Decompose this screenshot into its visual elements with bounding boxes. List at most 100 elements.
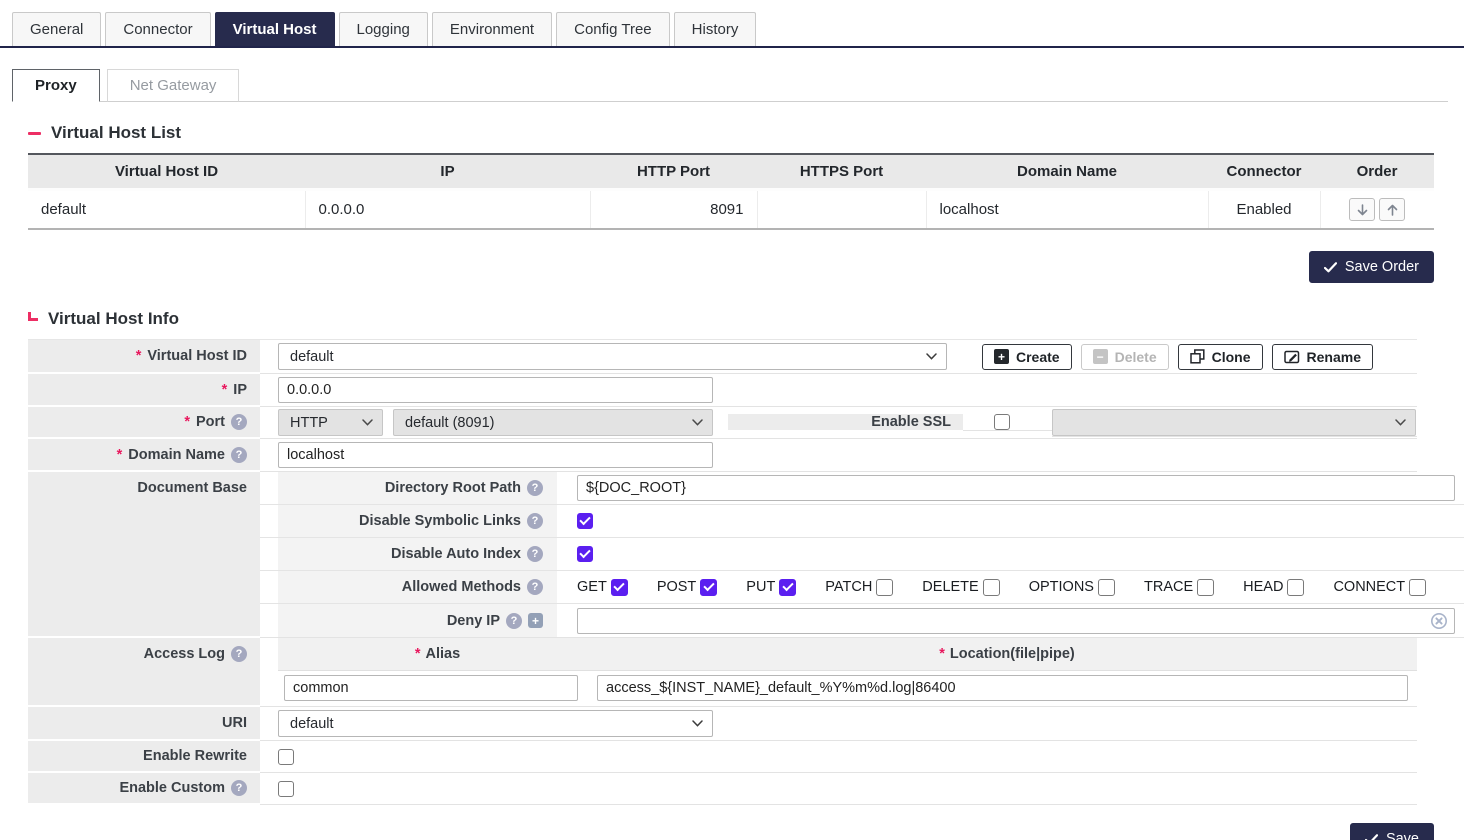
virtual-host-list-table: Virtual Host ID IP HTTP Port HTTPS Port … (28, 153, 1434, 230)
field-label: * Port ? (28, 407, 260, 439)
cell-connector-status: Enabled (1208, 190, 1320, 230)
help-icon[interactable]: ? (231, 447, 247, 463)
help-icon[interactable]: ? (506, 613, 522, 629)
delete-label: Delete (1115, 349, 1157, 365)
subtab-net-gateway[interactable]: Net Gateway (107, 69, 240, 102)
access-log-location-input[interactable] (597, 675, 1408, 701)
tab-config-tree[interactable]: Config Tree (556, 12, 670, 46)
disable-symbolic-links-checkbox[interactable] (577, 513, 593, 529)
port-label: Port (196, 414, 225, 430)
disable-auto-index-checkbox[interactable] (577, 546, 593, 562)
field-label: Enable Custom ? (28, 773, 260, 805)
create-button[interactable]: + Create (982, 344, 1072, 370)
row-uri: URI default (28, 707, 1417, 741)
rename-label: Rename (1307, 349, 1361, 365)
help-icon[interactable]: ? (527, 546, 543, 562)
row-disable-symbolic-links: Disable Symbolic Links ? (260, 505, 1464, 538)
subtab-proxy[interactable]: Proxy (12, 69, 100, 102)
virtual-host-info-form: * Virtual Host ID default + Create − Del… (28, 339, 1417, 805)
help-icon[interactable]: ? (527, 579, 543, 595)
clear-deny-ip-icon[interactable] (1430, 612, 1448, 630)
row-document-base: Document Base Directory Root Path ? Disa… (28, 472, 1417, 638)
rename-button[interactable]: Rename (1272, 344, 1373, 370)
help-icon[interactable]: ? (527, 480, 543, 496)
method-label: DELETE (922, 579, 978, 595)
selected-value: default (8091) (405, 415, 494, 431)
virtual-host-id-select[interactable]: default (278, 343, 947, 370)
method-patch-checkbox[interactable] (876, 579, 893, 596)
save-button[interactable]: Save (1350, 823, 1434, 840)
check-icon (1324, 262, 1337, 273)
table-header-row: Virtual Host ID IP HTTP Port HTTPS Port … (28, 154, 1434, 190)
access-log-alias-input[interactable] (284, 675, 578, 701)
enable-custom-checkbox[interactable] (278, 781, 294, 797)
port-value-select: default (8091) (393, 409, 713, 436)
row-domain-name: * Domain Name ? (28, 439, 1417, 472)
method-get-checkbox[interactable] (611, 579, 628, 596)
help-icon[interactable]: ? (231, 646, 247, 662)
enable-rewrite-checkbox[interactable] (278, 749, 294, 765)
help-icon[interactable]: ? (231, 414, 247, 430)
chevron-down-icon (926, 353, 937, 360)
disable-symbolic-links-label: Disable Symbolic Links (359, 513, 521, 529)
uri-select[interactable]: default (278, 710, 713, 737)
enable-ssl-label: Enable SSL (728, 414, 963, 432)
move-down-button[interactable] (1349, 198, 1375, 221)
create-label: Create (1016, 349, 1060, 365)
tab-history[interactable]: History (674, 12, 757, 46)
access-log-label: Access Log (144, 646, 225, 662)
required-marker: * (222, 382, 228, 398)
column-header-http-port: HTTP Port (590, 154, 757, 190)
method-label: TRACE (1144, 579, 1193, 595)
row-enable-rewrite: Enable Rewrite (28, 741, 1417, 773)
deny-ip-input[interactable] (577, 608, 1455, 634)
method-trace: TRACE (1144, 579, 1214, 596)
method-trace-checkbox[interactable] (1197, 579, 1214, 596)
selected-value: default (290, 349, 334, 365)
required-marker: * (415, 646, 421, 662)
method-options-checkbox[interactable] (1098, 579, 1115, 596)
help-icon[interactable]: ? (231, 780, 247, 796)
field-label: Allowed Methods ? (278, 571, 557, 603)
enable-ssl-checkbox[interactable] (994, 414, 1010, 430)
plus-square-icon: + (994, 349, 1009, 364)
method-post-checkbox[interactable] (700, 579, 717, 596)
clone-icon (1190, 349, 1205, 364)
add-deny-ip-icon[interactable]: + (528, 613, 543, 628)
method-head: HEAD (1243, 579, 1304, 596)
minus-square-icon: − (1093, 349, 1108, 364)
row-port: * Port ? HTTP default (8091) Enable SSL (28, 407, 1417, 439)
section-title: Virtual Host Info (48, 309, 179, 329)
virtual-host-list-heading: Virtual Host List (28, 123, 1434, 143)
tab-connector[interactable]: Connector (105, 12, 210, 46)
method-head-checkbox[interactable] (1287, 579, 1304, 596)
move-up-button[interactable] (1379, 198, 1405, 221)
tab-logging[interactable]: Logging (339, 12, 428, 46)
method-put-checkbox[interactable] (779, 579, 796, 596)
tab-environment[interactable]: Environment (432, 12, 552, 46)
column-header-connector: Connector (1208, 154, 1320, 190)
port-protocol-select: HTTP (278, 409, 383, 436)
method-label: PUT (746, 579, 775, 595)
selected-value: HTTP (290, 415, 328, 431)
cell-https-port (757, 190, 926, 230)
save-label: Save (1386, 831, 1419, 840)
ip-input[interactable] (278, 377, 713, 403)
save-order-button[interactable]: Save Order (1309, 251, 1434, 283)
collapse-dash-icon (28, 132, 41, 135)
directory-root-path-input[interactable] (577, 475, 1455, 501)
row-directory-root-path: Directory Root Path ? (260, 472, 1464, 505)
method-delete-checkbox[interactable] (983, 579, 1000, 596)
clone-label: Clone (1212, 349, 1251, 365)
help-icon[interactable]: ? (527, 513, 543, 529)
domain-name-input[interactable] (278, 442, 713, 468)
virtual-host-info-heading: Virtual Host Info (28, 309, 1434, 329)
tab-general[interactable]: General (12, 12, 101, 46)
method-connect-checkbox[interactable] (1409, 579, 1426, 596)
clone-button[interactable]: Clone (1178, 344, 1263, 370)
method-label: HEAD (1243, 579, 1283, 595)
allowed-methods-label: Allowed Methods (402, 579, 521, 595)
tab-virtual-host[interactable]: Virtual Host (215, 12, 335, 46)
section-title: Virtual Host List (51, 123, 181, 143)
cell-virtual-host-id: default (28, 190, 305, 230)
